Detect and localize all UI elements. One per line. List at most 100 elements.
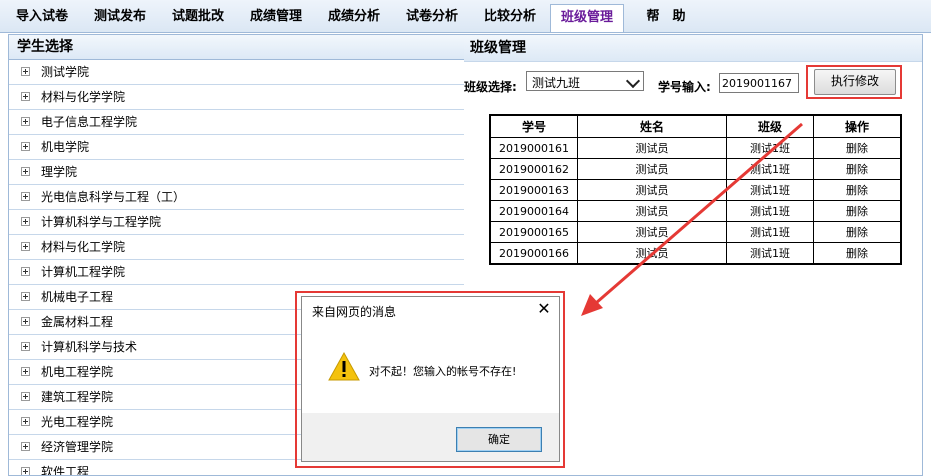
delete-link[interactable]: 删除: [813, 179, 902, 201]
class-cell: 测试1班: [726, 137, 814, 159]
student-id-input[interactable]: [719, 73, 799, 93]
expand-plus-icon[interactable]: [21, 67, 30, 76]
class-cell: 测试1班: [726, 158, 814, 180]
student-id-cell: 2019000166: [489, 242, 578, 265]
college-label: 机电学院: [41, 140, 90, 154]
college-item[interactable]: 材料与化学学院: [9, 85, 465, 110]
college-label: 机电工程学院: [41, 365, 114, 379]
execute-button-highlight: [806, 65, 902, 99]
student-id-cell: 2019000165: [489, 221, 578, 243]
college-item[interactable]: 计算机工程学院: [9, 260, 465, 285]
expand-plus-icon[interactable]: [21, 292, 30, 301]
tab-help[interactable]: 帮 助: [636, 4, 696, 30]
delete-link[interactable]: 删除: [813, 221, 902, 243]
table-header-row: 学号 姓名 班级 操作: [489, 114, 902, 138]
college-label: 理学院: [41, 165, 78, 179]
class-student-table: 学号 姓名 班级 操作 2019000161 测试员 测试1班 删除 201900016…: [489, 114, 902, 265]
college-label: 计算机科学与技术: [41, 340, 138, 354]
table-row: 2019000165 测试员 测试1班 删除: [489, 221, 902, 243]
expand-plus-icon[interactable]: [21, 342, 30, 351]
class-select-value: 测试九班: [532, 76, 581, 90]
expand-plus-icon[interactable]: [21, 167, 30, 176]
college-label: 金属材料工程: [41, 315, 114, 329]
tab-question-grading[interactable]: 试题批改: [166, 4, 230, 30]
college-label: 材料与化学学院: [41, 90, 126, 104]
college-label: 计算机科学与工程学院: [41, 215, 162, 229]
student-name-cell: 测试员: [577, 221, 727, 243]
college-label: 机械电子工程: [41, 290, 114, 304]
table-row: 2019000163 测试员 测试1班 删除: [489, 179, 902, 201]
expand-plus-icon[interactable]: [21, 442, 30, 451]
dialog-message: 对不起！您输入的帐号不存在!: [369, 365, 517, 378]
tab-comparative-analysis[interactable]: 比较分析: [478, 4, 542, 30]
top-navigation: 导入试卷 测试发布 试题批改 成绩管理 成绩分析 试卷分析 比较分析 班级管理 …: [0, 0, 931, 33]
class-cell: 测试1班: [726, 221, 814, 243]
table-row: 2019000162 测试员 测试1班 删除: [489, 158, 902, 180]
expand-plus-icon[interactable]: [21, 92, 30, 101]
expand-plus-icon[interactable]: [21, 467, 30, 475]
dialog-footer: 确定: [302, 413, 559, 461]
class-select-label: 班级选择:: [464, 80, 517, 94]
tab-paper-analysis[interactable]: 试卷分析: [400, 4, 464, 30]
class-cell: 测试1班: [726, 200, 814, 222]
expand-plus-icon[interactable]: [21, 242, 30, 251]
tab-import-paper[interactable]: 导入试卷: [10, 4, 74, 30]
class-cell: 测试1班: [726, 242, 814, 265]
close-icon[interactable]: ✕: [535, 300, 553, 318]
student-id-label: 学号输入:: [658, 80, 711, 94]
expand-plus-icon[interactable]: [21, 267, 30, 276]
college-item[interactable]: 理学院: [9, 160, 465, 185]
tab-test-publish[interactable]: 测试发布: [88, 4, 152, 30]
college-label: 光电工程学院: [41, 415, 114, 429]
student-id-cell: 2019000162: [489, 158, 578, 180]
tab-class-management[interactable]: 班级管理: [550, 4, 624, 32]
warning-icon: [328, 352, 360, 381]
college-item[interactable]: 光电信息科学与工程（工）: [9, 185, 465, 210]
college-item[interactable]: 测试学院: [9, 60, 465, 85]
college-label: 经济管理学院: [41, 440, 114, 454]
delete-link[interactable]: 删除: [813, 200, 902, 222]
column-header-student-id: 学号: [489, 114, 578, 138]
student-id-cell: 2019000163: [489, 179, 578, 201]
tab-score-analysis[interactable]: 成绩分析: [322, 4, 386, 30]
college-item[interactable]: 计算机科学与工程学院: [9, 210, 465, 235]
college-item[interactable]: 电子信息工程学院: [9, 110, 465, 135]
student-name-cell: 测试员: [577, 200, 727, 222]
table-row: 2019000161 测试员 测试1班 删除: [489, 137, 902, 159]
student-id-cell: 2019000161: [489, 137, 578, 159]
college-label: 测试学院: [41, 65, 90, 79]
student-name-cell: 测试员: [577, 137, 727, 159]
expand-plus-icon[interactable]: [21, 117, 30, 126]
column-header-class: 班级: [726, 114, 814, 138]
student-name-cell: 测试员: [577, 158, 727, 180]
column-header-action: 操作: [813, 114, 902, 138]
class-select[interactable]: 测试九班: [526, 71, 644, 91]
delete-link[interactable]: 删除: [813, 242, 902, 265]
expand-plus-icon[interactable]: [21, 217, 30, 226]
college-item[interactable]: 机电学院: [9, 135, 465, 160]
dialog-title: 来自网页的消息: [312, 305, 397, 319]
class-management-title: 班级管理: [464, 35, 922, 62]
expand-plus-icon[interactable]: [21, 392, 30, 401]
student-name-cell: 测试员: [577, 242, 727, 265]
college-label: 材料与化工学院: [41, 240, 126, 254]
expand-plus-icon[interactable]: [21, 417, 30, 426]
college-item[interactable]: 材料与化工学院: [9, 235, 465, 260]
ok-button[interactable]: 确定: [456, 427, 542, 452]
student-selection-title: 学生选择: [9, 35, 465, 60]
tab-score-management[interactable]: 成绩管理: [244, 4, 308, 30]
expand-plus-icon[interactable]: [21, 317, 30, 326]
college-label: 电子信息工程学院: [41, 115, 138, 129]
class-cell: 测试1班: [726, 179, 814, 201]
college-label: 计算机工程学院: [41, 265, 126, 279]
college-label: 建筑工程学院: [41, 390, 114, 404]
expand-plus-icon[interactable]: [21, 142, 30, 151]
column-header-name: 姓名: [577, 114, 727, 138]
college-label: 光电信息科学与工程（工）: [41, 190, 186, 204]
college-label: 软件工程: [41, 465, 90, 476]
expand-plus-icon[interactable]: [21, 192, 30, 201]
delete-link[interactable]: 删除: [813, 158, 902, 180]
delete-link[interactable]: 删除: [813, 137, 902, 159]
expand-plus-icon[interactable]: [21, 367, 30, 376]
student-id-cell: 2019000164: [489, 200, 578, 222]
